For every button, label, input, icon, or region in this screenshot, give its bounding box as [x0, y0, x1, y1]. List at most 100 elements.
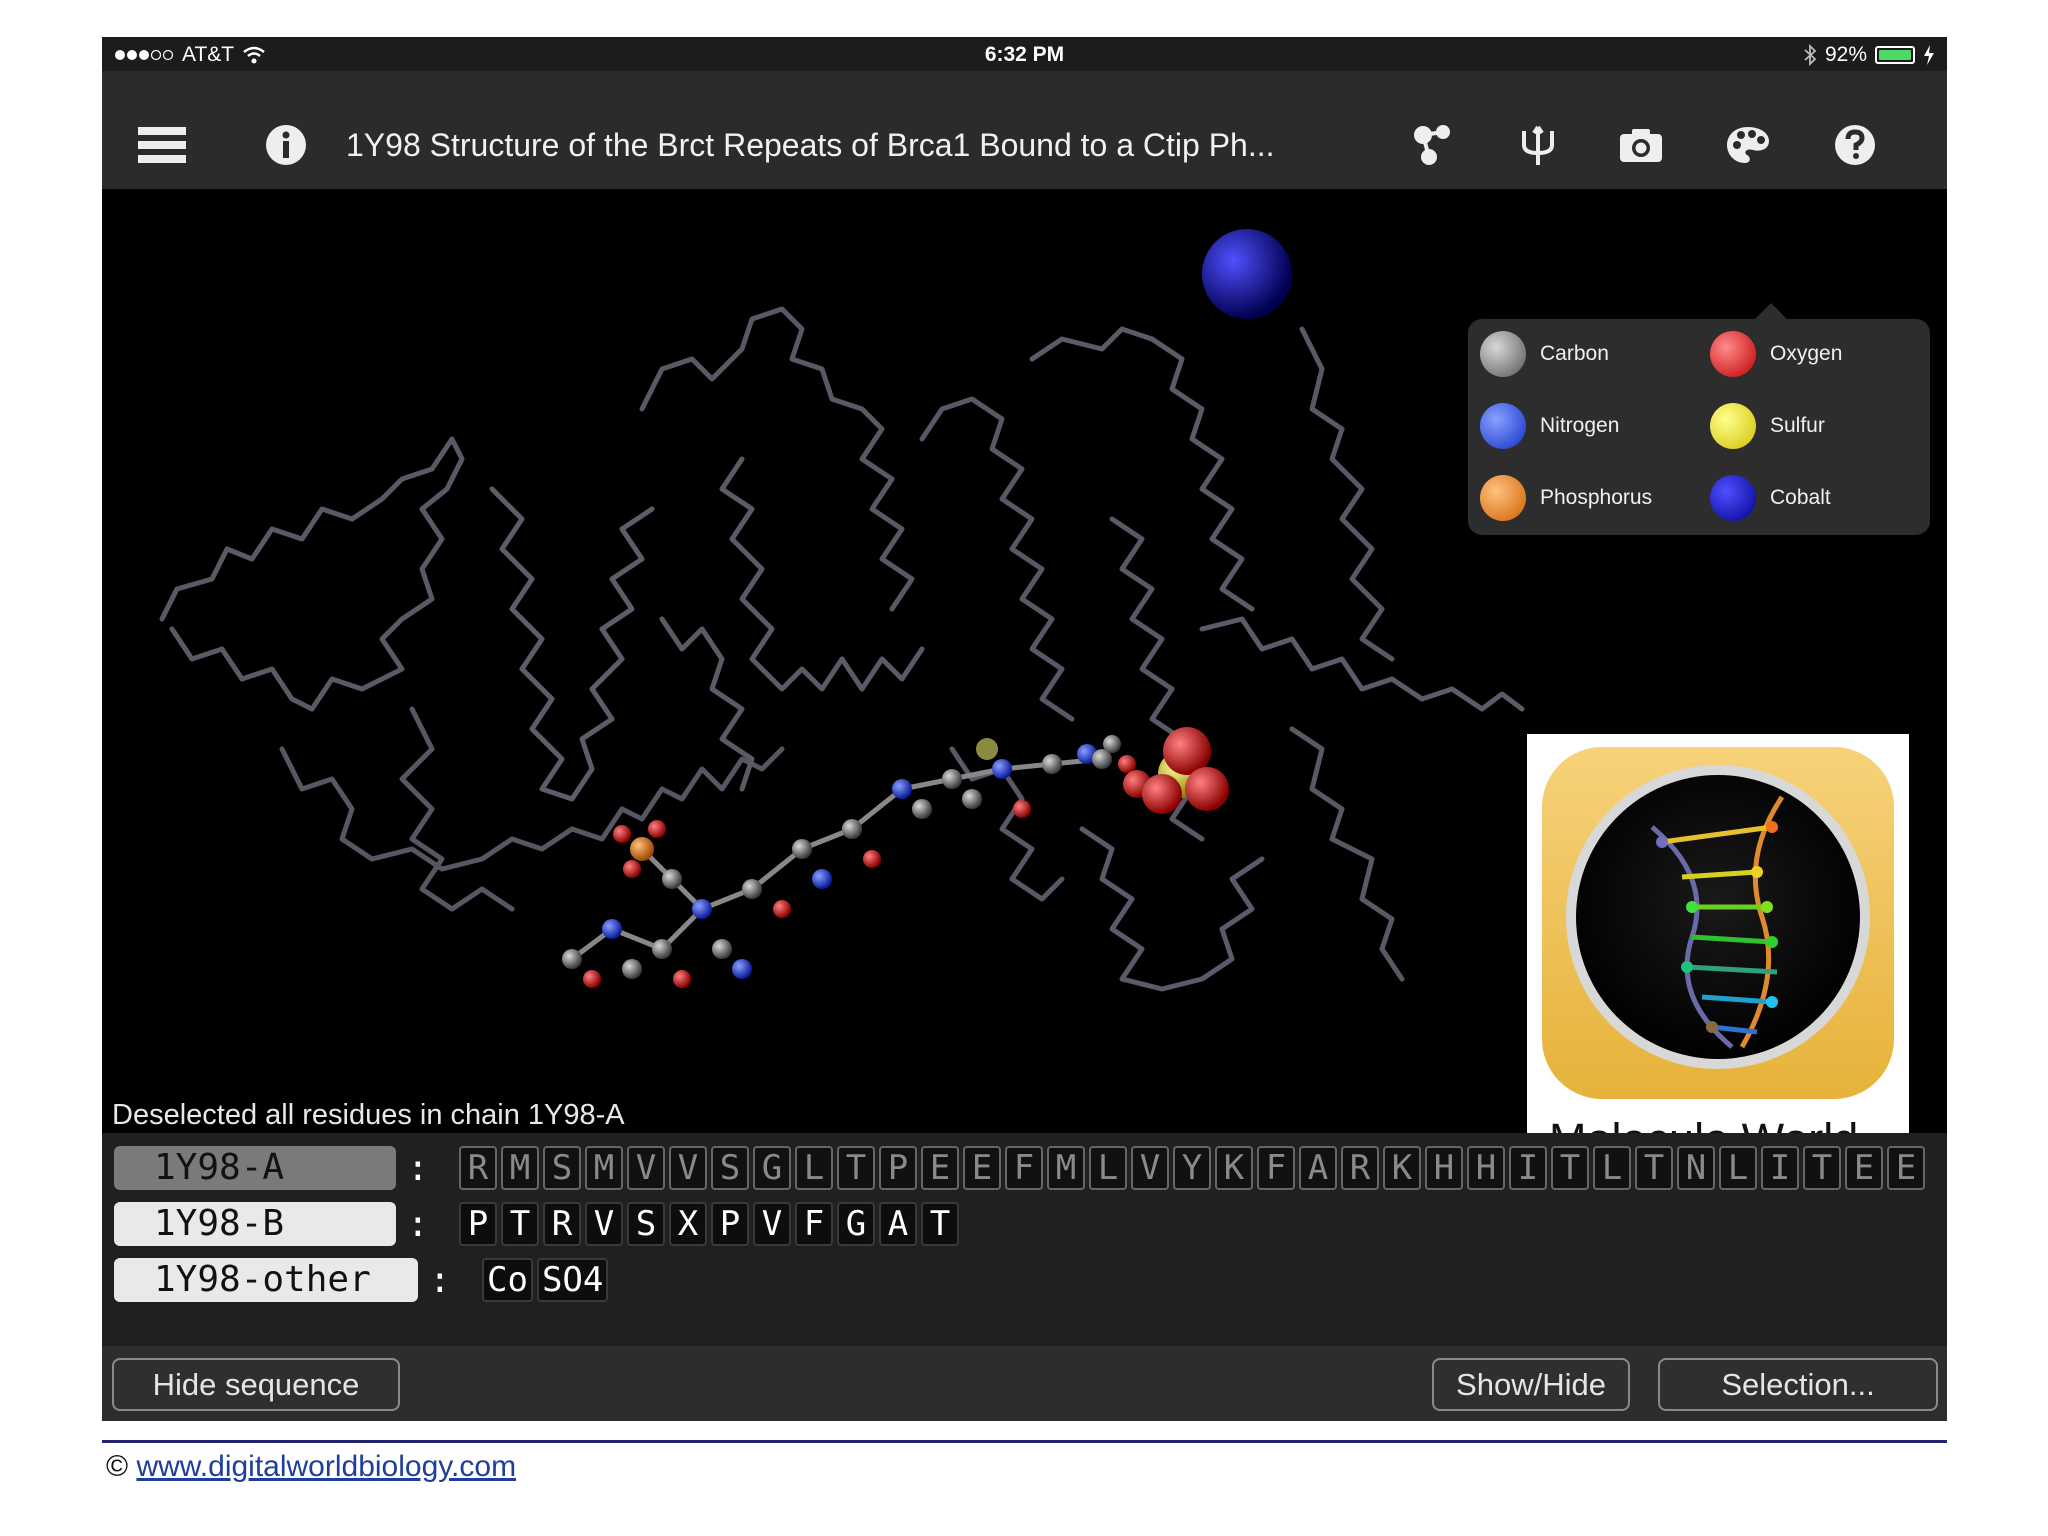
ipad-screen: AT&T 6:32 PM 92% 1Y98 Structure of the B…	[102, 37, 1947, 1421]
residue-cell[interactable]: N	[1677, 1146, 1715, 1190]
chain-tag-1y98-b[interactable]: 1Y98-B	[114, 1202, 396, 1246]
residue-cell[interactable]: S	[543, 1146, 581, 1190]
website-link[interactable]: www.digitalworldbiology.com	[136, 1450, 516, 1483]
residue-cell[interactable]: A	[1299, 1146, 1337, 1190]
residue-cell[interactable]: T	[1803, 1146, 1841, 1190]
clock: 6:32 PM	[984, 43, 1065, 66]
residue-cell[interactable]: F	[1257, 1146, 1295, 1190]
camera-icon[interactable]	[1617, 121, 1665, 169]
chain-separator: :	[407, 1204, 429, 1245]
status-message: Deselected all residues in chain 1Y98-A	[112, 1099, 625, 1131]
bottom-toolbar: Hide sequence Show/Hide Selection...	[102, 1346, 1947, 1421]
battery-percent: 92%	[1824, 43, 1867, 66]
chain-separator: :	[407, 1148, 429, 1189]
residue-cell[interactable]: F	[795, 1202, 833, 1246]
residue-cell[interactable]: P	[459, 1202, 497, 1246]
residue-cell[interactable]: Co	[482, 1258, 533, 1302]
residue-cell[interactable]: R	[1341, 1146, 1379, 1190]
residue-cell[interactable]: A	[879, 1202, 917, 1246]
legend-item-phosphorus: Phosphorus	[1480, 475, 1652, 521]
residue-cell[interactable]: K	[1383, 1146, 1421, 1190]
selection-button[interactable]: Selection...	[1658, 1358, 1938, 1411]
residue-cell[interactable]: P	[711, 1202, 749, 1246]
residue-cell[interactable]: L	[795, 1146, 833, 1190]
residue-cell[interactable]: E	[1887, 1146, 1925, 1190]
cobalt-swatch	[1710, 475, 1756, 521]
sequence-row-1y98-other: Co SO4	[482, 1258, 609, 1302]
residue-cell[interactable]: H	[1425, 1146, 1463, 1190]
residue-cell[interactable]: V	[669, 1146, 707, 1190]
residue-cell[interactable]: L	[1593, 1146, 1631, 1190]
info-icon[interactable]	[262, 121, 310, 169]
residue-cell[interactable]: H	[1467, 1146, 1505, 1190]
status-bar: AT&T 6:32 PM 92%	[102, 37, 1947, 71]
residue-cell[interactable]: E	[1845, 1146, 1883, 1190]
trident-icon[interactable]	[1514, 121, 1562, 169]
chain-separator: :	[429, 1260, 451, 1301]
residue-cell[interactable]: E	[963, 1146, 1001, 1190]
footer-divider	[102, 1440, 1947, 1443]
chain-tag-1y98-a[interactable]: 1Y98-A	[114, 1146, 396, 1190]
charging-bolt-icon	[1924, 45, 1934, 65]
residue-cell[interactable]: M	[1047, 1146, 1085, 1190]
structure-title: 1Y98 Structure of the Brct Repeats of Br…	[346, 127, 1275, 163]
residue-cell[interactable]: X	[669, 1202, 707, 1246]
legend-item-carbon: Carbon	[1480, 331, 1609, 377]
sequence-row-1y98-b: PTRVSXPVFGAT	[459, 1202, 959, 1246]
legend-item-oxygen: Oxygen	[1710, 331, 1842, 377]
residue-cell[interactable]: I	[1761, 1146, 1799, 1190]
nitrogen-swatch	[1480, 403, 1526, 449]
battery-icon	[1875, 46, 1915, 64]
show-hide-button[interactable]: Show/Hide	[1432, 1358, 1630, 1411]
residue-cell[interactable]: P	[879, 1146, 917, 1190]
molecule-icon[interactable]	[1408, 121, 1456, 169]
residue-cell[interactable]: V	[1131, 1146, 1169, 1190]
oxygen-swatch	[1710, 331, 1756, 377]
residue-cell[interactable]: S	[627, 1202, 665, 1246]
sequence-panel: 1Y98-A : RMSMVVSGLTPEEFMLVYKFARKHHITLTNL…	[102, 1133, 1947, 1346]
element-color-legend: Carbon Oxygen Nitrogen Sulfur Phosphorus…	[1468, 303, 1930, 535]
residue-cell[interactable]: T	[501, 1202, 539, 1246]
bluetooth-icon	[1804, 44, 1817, 66]
chain-tag-1y98-other[interactable]: 1Y98-other	[114, 1258, 418, 1302]
residue-cell[interactable]: E	[921, 1146, 959, 1190]
residue-cell[interactable]: V	[627, 1146, 665, 1190]
residue-cell[interactable]: I	[1509, 1146, 1547, 1190]
residue-cell[interactable]: F	[1005, 1146, 1043, 1190]
hide-sequence-button[interactable]: Hide sequence	[112, 1358, 400, 1411]
copyright-symbol: ©	[106, 1450, 129, 1483]
help-icon[interactable]	[1831, 121, 1879, 169]
residue-cell[interactable]: L	[1719, 1146, 1757, 1190]
residue-cell[interactable]: SO4	[536, 1258, 609, 1302]
residue-cell[interactable]: G	[837, 1202, 875, 1246]
residue-cell[interactable]: M	[501, 1146, 539, 1190]
sulfur-swatch	[1710, 403, 1756, 449]
residue-cell[interactable]: G	[753, 1146, 791, 1190]
legend-item-nitrogen: Nitrogen	[1480, 403, 1619, 449]
top-toolbar: 1Y98 Structure of the Brct Repeats of Br…	[102, 71, 1947, 189]
footer: © www.digitalworldbiology.com	[106, 1450, 516, 1484]
carbon-swatch	[1480, 331, 1526, 377]
residue-cell[interactable]: V	[585, 1202, 623, 1246]
residue-cell[interactable]: T	[1635, 1146, 1673, 1190]
residue-cell[interactable]: T	[1551, 1146, 1589, 1190]
residue-cell[interactable]: T	[837, 1146, 875, 1190]
residue-cell[interactable]: Y	[1173, 1146, 1211, 1190]
residue-cell[interactable]: R	[459, 1146, 497, 1190]
residue-cell[interactable]: T	[921, 1202, 959, 1246]
palette-icon[interactable]	[1724, 121, 1772, 169]
legend-item-sulfur: Sulfur	[1710, 403, 1825, 449]
molecule-viewer[interactable]: Carbon Oxygen Nitrogen Sulfur Phosphorus…	[102, 189, 1947, 1170]
residue-cell[interactable]: S	[711, 1146, 749, 1190]
sequence-row-1y98-a: RMSMVVSGLTPEEFMLVYKFARKHHITLTNLITEE	[459, 1146, 1925, 1190]
residue-cell[interactable]: V	[753, 1202, 791, 1246]
legend-item-cobalt: Cobalt	[1710, 475, 1831, 521]
residue-cell[interactable]: R	[543, 1202, 581, 1246]
phosphorus-swatch	[1480, 475, 1526, 521]
molecule-world-app-icon	[1542, 747, 1894, 1099]
residue-cell[interactable]: L	[1089, 1146, 1127, 1190]
residue-cell[interactable]: M	[585, 1146, 623, 1190]
molecule-world-logo-card: Molecule World	[1527, 734, 1909, 1170]
residue-cell[interactable]: K	[1215, 1146, 1253, 1190]
menu-icon[interactable]	[138, 121, 186, 169]
